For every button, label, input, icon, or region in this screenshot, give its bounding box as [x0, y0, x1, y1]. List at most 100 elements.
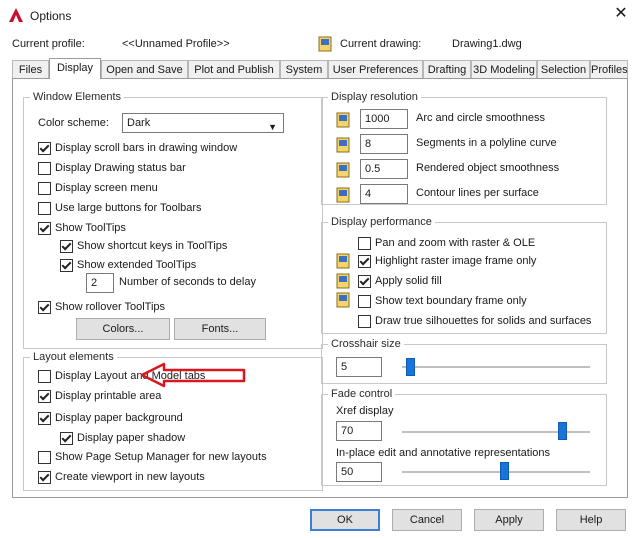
cb-printable-area-row[interactable]: Display printable area: [38, 388, 161, 404]
cb-pan-zoom-raster-row[interactable]: Pan and zoom with raster & OLE: [358, 235, 535, 251]
tab-files[interactable]: Files: [12, 60, 49, 78]
arc-smoothness-input[interactable]: 1000: [360, 109, 408, 129]
cb-create-viewport-row[interactable]: Create viewport in new layouts: [38, 469, 205, 485]
cancel-button[interactable]: Cancel: [392, 509, 462, 531]
drawing-file-icon: [336, 292, 350, 308]
checkbox-label: Draw true silhouettes for solids and sur…: [375, 315, 592, 327]
tab-strip: Files Display Open and Save Plot and Pub…: [12, 58, 628, 80]
checkbox[interactable]: [358, 314, 371, 328]
fonts-button[interactable]: Fonts...: [174, 318, 266, 340]
fade-control-group: Fade control Xref display 70 In-place ed…: [321, 388, 607, 486]
tab-user-preferences[interactable]: User Preferences: [328, 60, 423, 78]
current-drawing-value: Drawing1.dwg: [452, 38, 522, 50]
crosshair-size-group: Crosshair size 5: [321, 338, 607, 384]
cb-scroll-bars-row[interactable]: Display scroll bars in drawing window: [38, 140, 237, 156]
checkbox[interactable]: [38, 411, 51, 425]
checkbox[interactable]: [38, 369, 51, 383]
checkbox[interactable]: [60, 431, 73, 445]
inplace-edit-input[interactable]: 50: [336, 462, 382, 482]
contour-lines-input[interactable]: 4: [360, 184, 408, 204]
cb-page-setup-manager-row[interactable]: Show Page Setup Manager for new layouts: [38, 449, 267, 465]
current-profile-value: <<Unnamed Profile>>: [122, 38, 230, 50]
help-button[interactable]: Help: [556, 509, 626, 531]
display-resolution-group: Display resolution 1000 Arc and circle s…: [321, 91, 607, 205]
checkbox[interactable]: [358, 254, 371, 268]
cb-screen-menu-row[interactable]: Display screen menu: [38, 180, 158, 196]
checkbox-label: Show extended ToolTips: [77, 259, 197, 271]
xref-display-input[interactable]: 70: [336, 421, 382, 441]
crosshair-size-input[interactable]: 5: [336, 357, 382, 377]
cb-paper-background-row[interactable]: Display paper background: [38, 410, 183, 426]
ok-button[interactable]: OK: [310, 509, 380, 531]
window-elements-title: Window Elements: [30, 91, 125, 103]
cb-rollover-tooltips-row[interactable]: Show rollover ToolTips: [38, 299, 165, 315]
color-scheme-label: Color scheme:: [38, 117, 109, 129]
checkbox[interactable]: [38, 300, 51, 314]
checkbox[interactable]: [38, 470, 51, 484]
checkbox-label: Apply solid fill: [375, 275, 442, 287]
cb-extended-tooltips-row[interactable]: Show extended ToolTips: [60, 257, 196, 273]
tab-display[interactable]: Display: [49, 58, 101, 79]
polyline-segments-input[interactable]: 8: [360, 134, 408, 154]
autocad-a-icon: [9, 8, 23, 22]
cb-large-buttons-row[interactable]: Use large buttons for Toolbars: [38, 200, 202, 216]
current-drawing-label: Current drawing:: [340, 38, 422, 50]
inplace-slider-thumb[interactable]: [500, 462, 509, 480]
current-profile-label: Current profile:: [12, 38, 85, 50]
tab-profiles[interactable]: Profiles: [590, 60, 628, 78]
polyline-segments-label: Segments in a polyline curve: [416, 137, 557, 149]
checkbox-label: Highlight raster image frame only: [375, 255, 537, 267]
crosshair-slider-thumb[interactable]: [406, 358, 415, 376]
cb-apply-solid-fill-row[interactable]: Apply solid fill: [358, 273, 442, 289]
checkbox[interactable]: [358, 236, 371, 250]
tab-open-and-save[interactable]: Open and Save: [101, 60, 188, 78]
color-scheme-select[interactable]: Dark ▼: [122, 113, 284, 133]
cb-text-boundary-frame-row[interactable]: Show text boundary frame only: [358, 293, 527, 309]
drawing-file-icon: [336, 253, 350, 269]
cb-paper-shadow-row[interactable]: Display paper shadow: [60, 430, 185, 446]
drawing-file-icon: [336, 273, 350, 289]
window-title: Options: [30, 9, 72, 23]
checkbox[interactable]: [38, 201, 51, 215]
display-resolution-title: Display resolution: [328, 91, 421, 103]
rendered-smoothness-input[interactable]: 0.5: [360, 159, 408, 179]
cb-true-silhouettes-row[interactable]: Draw true silhouettes for solids and sur…: [358, 313, 591, 329]
crosshair-size-title: Crosshair size: [328, 338, 404, 350]
checkbox[interactable]: [38, 141, 51, 155]
checkbox[interactable]: [60, 258, 73, 272]
title-bar: Options ✕: [0, 0, 640, 30]
xref-display-label: Xref display: [336, 405, 394, 417]
delay-seconds-input[interactable]: 2: [86, 273, 114, 293]
checkbox[interactable]: [38, 450, 51, 464]
tab-plot-and-publish[interactable]: Plot and Publish: [188, 60, 280, 78]
tab-drafting[interactable]: Drafting: [423, 60, 471, 78]
cb-show-tooltips-row[interactable]: Show ToolTips: [38, 220, 126, 236]
contour-lines-label: Contour lines per surface: [416, 187, 539, 199]
tab-selection[interactable]: Selection: [537, 60, 590, 78]
inplace-slider-track[interactable]: [402, 471, 590, 473]
checkbox-label: Display scroll bars in drawing window: [55, 142, 238, 154]
checkbox[interactable]: [38, 221, 51, 235]
crosshair-slider-track[interactable]: [402, 366, 590, 368]
apply-button[interactable]: Apply: [474, 509, 544, 531]
tab-3d-modeling[interactable]: 3D Modeling: [471, 60, 537, 78]
checkbox-label: Display screen menu: [55, 182, 158, 194]
colors-button[interactable]: Colors...: [76, 318, 170, 340]
tab-system[interactable]: System: [280, 60, 328, 78]
cb-shortcut-keys-row[interactable]: Show shortcut keys in ToolTips: [60, 238, 227, 254]
checkbox[interactable]: [358, 274, 371, 288]
checkbox[interactable]: [38, 161, 51, 175]
xref-slider-thumb[interactable]: [558, 422, 567, 440]
fade-control-title: Fade control: [328, 388, 396, 400]
checkbox-label: Display paper background: [55, 412, 183, 424]
checkbox[interactable]: [358, 294, 371, 308]
checkbox[interactable]: [60, 239, 73, 253]
cb-drawing-status-bar-row[interactable]: Display Drawing status bar: [38, 160, 186, 176]
checkbox[interactable]: [38, 389, 51, 403]
cb-highlight-raster-frame-row[interactable]: Highlight raster image frame only: [358, 253, 536, 269]
close-icon[interactable]: ✕: [610, 4, 632, 24]
checkbox[interactable]: [38, 181, 51, 195]
checkbox-label: Display Drawing status bar: [55, 162, 186, 174]
window-elements-group: Window Elements Color scheme: Dark ▼ Dis…: [23, 91, 323, 349]
color-scheme-value: Dark: [127, 117, 151, 129]
